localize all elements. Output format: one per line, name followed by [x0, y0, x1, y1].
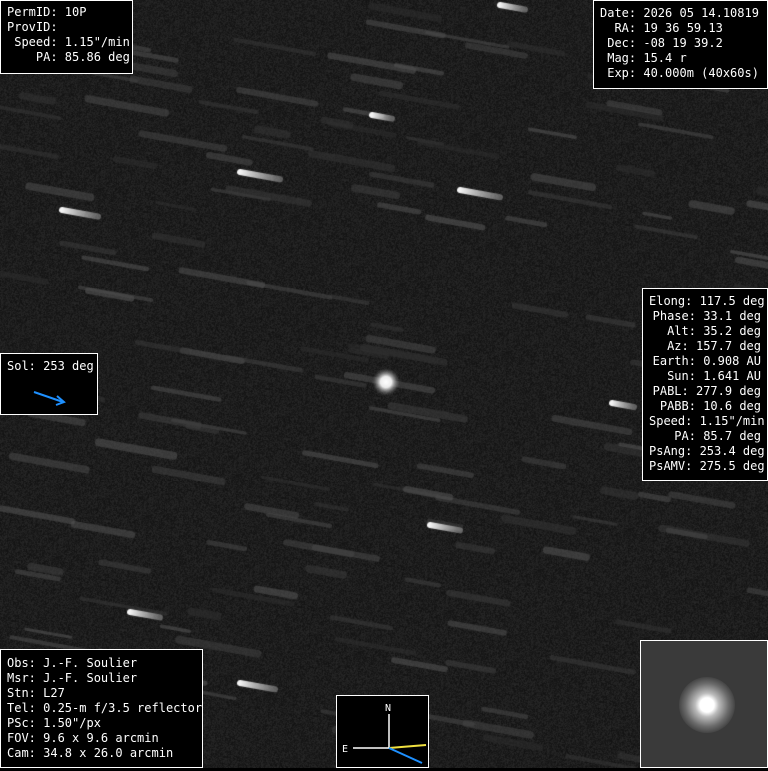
dec-text: Dec: -08 19 39.2: [600, 36, 723, 50]
ephemeris-row: Phase: 33.1 deg: [652, 309, 761, 323]
fov-text: FOV: 9.6 x 9.6 arcmin: [7, 731, 159, 745]
ephemeris-row: PABB: 10.6 deg: [659, 399, 761, 413]
mag-text: Mag: 15.4 r: [600, 51, 687, 65]
compass-east-label: E: [342, 744, 348, 755]
ephemeris-row: Speed: 1.15"/min: [649, 414, 765, 428]
ephemeris-row: Az: 157.7 deg: [667, 339, 761, 353]
ephemeris-row: PABL: 277.9 deg: [652, 384, 761, 398]
ephemeris-row: PA: 85.7 deg: [674, 429, 761, 443]
observer-text: Obs: J.-F. Soulier: [7, 656, 138, 670]
compass-north-label: N: [385, 703, 391, 714]
measurer-text: Msr: J.-F. Soulier: [7, 671, 138, 685]
exposure-text: Exp: 40.000m (40x60s): [600, 66, 759, 80]
camera-text: Cam: 34.8 x 26.0 arcmin: [7, 746, 174, 760]
ephemeris-row: PsAMV: 275.5 deg: [649, 459, 765, 473]
ephemeris-panel: Elong: 117.5 deg Phase: 33.1 deg Alt: 35.2…: [642, 288, 768, 481]
ephemeris-row: Elong: 117.5 deg: [649, 294, 765, 308]
sol-text: Sol: 253 deg: [7, 359, 94, 373]
observation-info-panel: Date: 2026 05 14.10819 RA: 19 36 59.13 D…: [593, 0, 768, 89]
ra-text: RA: 19 36 59.13: [600, 21, 723, 35]
station-text: Stn: L27: [7, 686, 65, 700]
sun-direction-panel: Sol: 253 deg: [0, 353, 98, 415]
ephemeris-row: Alt: 35.2 deg: [667, 324, 761, 338]
comet-closeup-thumbnail: [640, 640, 768, 768]
telescope-text: Tel: 0.25-m f/3.5 reflector: [7, 701, 203, 715]
ephemeris-row: Earth: 0.908 AU: [652, 354, 761, 368]
credits-panel: Obs: J.-F. Soulier Msr: J.-F. Soulier St…: [0, 649, 203, 768]
compass-rose-icon: N E: [342, 703, 427, 764]
pa-text: PA: 85.86 deg: [7, 50, 130, 64]
comet-closeup-icon: [679, 677, 735, 733]
permid-text: PermID: 10P: [7, 5, 87, 19]
date-text: Date: 2026 05 14.10819: [600, 6, 759, 20]
sun-direction-arrow-icon: [33, 391, 66, 406]
object-info-panel: PermID: 10P ProvID: Speed: 1.15"/min PA:…: [0, 0, 133, 74]
compass-panel: N E: [336, 695, 429, 768]
pixel-scale-text: PSc: 1.50"/px: [7, 716, 101, 730]
ephemeris-row: PsAng: 253.4 deg: [649, 444, 765, 458]
provid-text: ProvID:: [7, 20, 58, 34]
speed-text: Speed: 1.15"/min: [7, 35, 130, 49]
ephemeris-row: Sun: 1.641 AU: [667, 369, 761, 383]
